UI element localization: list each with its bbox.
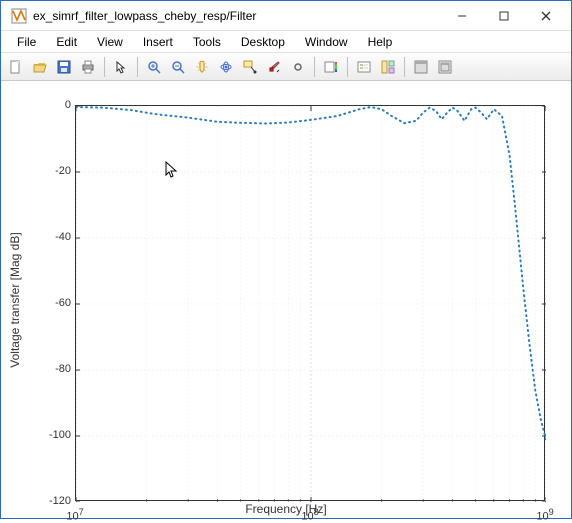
toolbar <box>1 53 571 81</box>
menu-view[interactable]: View <box>87 33 133 51</box>
toolbar-separator <box>347 57 348 77</box>
colorbar-icon[interactable] <box>320 56 342 78</box>
insert-legend-icon[interactable] <box>353 56 375 78</box>
window-title: ex_simrf_filter_lowpass_cheby_resp/Filte… <box>33 9 441 23</box>
close-button[interactable] <box>525 2 567 30</box>
pan-icon[interactable] <box>191 56 213 78</box>
tile-icon[interactable] <box>377 56 399 78</box>
menu-desktop[interactable]: Desktop <box>231 33 295 51</box>
titlebar: ex_simrf_filter_lowpass_cheby_resp/Filte… <box>1 1 571 31</box>
float-icon[interactable] <box>410 56 432 78</box>
menu-window[interactable]: Window <box>295 33 358 51</box>
menu-insert[interactable]: Insert <box>133 33 183 51</box>
xtick-label: 108 <box>301 507 318 523</box>
rotate3d-icon[interactable] <box>215 56 237 78</box>
y-axis-label: Voltage transfer [Mag dB] <box>8 232 22 367</box>
menubar: File Edit View Insert Tools Desktop Wind… <box>1 31 571 53</box>
toolbar-separator <box>404 57 405 77</box>
toolbar-separator <box>314 57 315 77</box>
menu-help[interactable]: Help <box>358 33 403 51</box>
menu-edit[interactable]: Edit <box>46 33 87 51</box>
ytick-label: -40 <box>55 231 71 243</box>
minimize-button[interactable] <box>441 2 483 30</box>
zoom-in-icon[interactable] <box>143 56 165 78</box>
menu-file[interactable]: File <box>7 33 46 51</box>
new-file-icon[interactable] <box>5 56 27 78</box>
zoom-out-icon[interactable] <box>167 56 189 78</box>
data-cursor-icon[interactable] <box>239 56 261 78</box>
ytick-label: -20 <box>55 165 71 177</box>
print-icon[interactable] <box>77 56 99 78</box>
figure-window: ex_simrf_filter_lowpass_cheby_resp/Filte… <box>0 0 572 519</box>
ytick-label: -120 <box>49 495 71 507</box>
ytick-label: -60 <box>55 297 71 309</box>
window-controls <box>441 2 567 30</box>
xtick-label: 107 <box>66 507 83 523</box>
open-file-icon[interactable] <box>29 56 51 78</box>
dock-icon[interactable] <box>434 56 456 78</box>
ytick-label: -80 <box>55 363 71 375</box>
axes[interactable] <box>75 105 545 501</box>
pointer-icon[interactable] <box>110 56 132 78</box>
link-icon[interactable] <box>287 56 309 78</box>
save-icon[interactable] <box>53 56 75 78</box>
ytick-label: 0 <box>65 99 71 111</box>
ytick-label: -100 <box>49 429 71 441</box>
plot-area[interactable]: Voltage transfer [Mag dB] Frequency [Hz]… <box>1 81 571 518</box>
maximize-button[interactable] <box>483 2 525 30</box>
menu-tools[interactable]: Tools <box>183 33 231 51</box>
toolbar-separator <box>137 57 138 77</box>
plot-canvas <box>76 106 546 502</box>
toolbar-separator <box>104 57 105 77</box>
app-icon <box>11 8 27 24</box>
brush-icon[interactable] <box>263 56 285 78</box>
xtick-label: 109 <box>536 507 553 523</box>
